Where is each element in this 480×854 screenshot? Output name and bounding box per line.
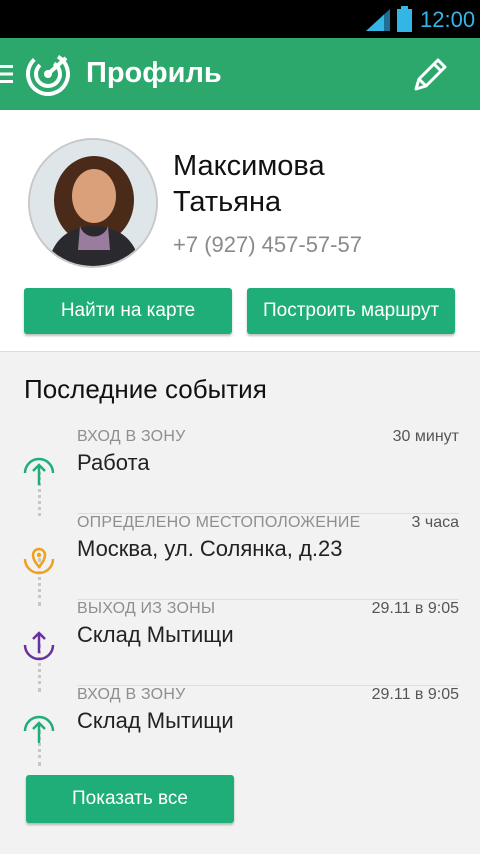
- event-place: Москва, ул. Солянка, д.23: [77, 536, 343, 561]
- events-title: Последние события: [24, 374, 267, 404]
- find-on-map-button[interactable]: Найти на карте: [24, 288, 232, 334]
- event-item[interactable]: ВХОД В ЗОНУ 29.11 в 9:05 Склад Мытищи: [0, 686, 480, 772]
- profile-last-name: Максимова: [173, 150, 325, 182]
- event-time: 3 часа: [411, 514, 459, 531]
- zone-enter-icon: [23, 457, 55, 485]
- event-item[interactable]: ВЫХОД ИЗ ЗОНЫ 29.11 в 9:05 Склад Мытищи: [0, 600, 480, 686]
- build-route-button[interactable]: Построить маршрут: [247, 288, 455, 334]
- event-type: ВЫХОД ИЗ ЗОНЫ: [77, 600, 216, 617]
- event-time: 29.11 в 9:05: [371, 600, 459, 617]
- location-pin-icon: [23, 547, 55, 575]
- status-bar: 12:00: [0, 0, 480, 38]
- profile-card: Максимова Татьяна +7 (927) 457-57-57 Най…: [0, 110, 480, 352]
- event-time: 29.11 в 9:05: [371, 686, 459, 703]
- event-time: 30 минут: [392, 428, 459, 445]
- zone-enter-icon: [23, 715, 55, 743]
- event-place: Склад Мытищи: [77, 622, 234, 647]
- event-place: Работа: [77, 450, 150, 475]
- app-bar: Профиль: [0, 38, 480, 110]
- radar-logo-icon[interactable]: [24, 50, 72, 98]
- profile-first-name: Татьяна: [173, 186, 282, 218]
- show-all-button[interactable]: Показать все: [26, 775, 234, 823]
- status-time: 12:00: [420, 7, 476, 32]
- signal-icon: [366, 9, 390, 31]
- page-title: Профиль: [86, 57, 222, 89]
- event-item[interactable]: ОПРЕДЕЛЕНО МЕСТОПОЛОЖЕНИЕ 3 часа Москва,…: [0, 514, 480, 600]
- profile-phone[interactable]: +7 (927) 457-57-57: [173, 232, 362, 258]
- battery-icon: [397, 6, 412, 32]
- event-type: ВХОД В ЗОНУ: [77, 428, 186, 445]
- avatar: [28, 138, 158, 268]
- event-place: Склад Мытищи: [77, 708, 234, 733]
- event-type: ВХОД В ЗОНУ: [77, 686, 186, 703]
- event-type: ОПРЕДЕЛЕНО МЕСТОПОЛОЖЕНИЕ: [77, 514, 361, 531]
- edit-pencil-icon[interactable]: [410, 55, 450, 95]
- menu-icon[interactable]: [0, 65, 13, 83]
- event-item[interactable]: ВХОД В ЗОНУ 30 минут Работа: [0, 428, 480, 514]
- zone-exit-icon: [23, 631, 55, 661]
